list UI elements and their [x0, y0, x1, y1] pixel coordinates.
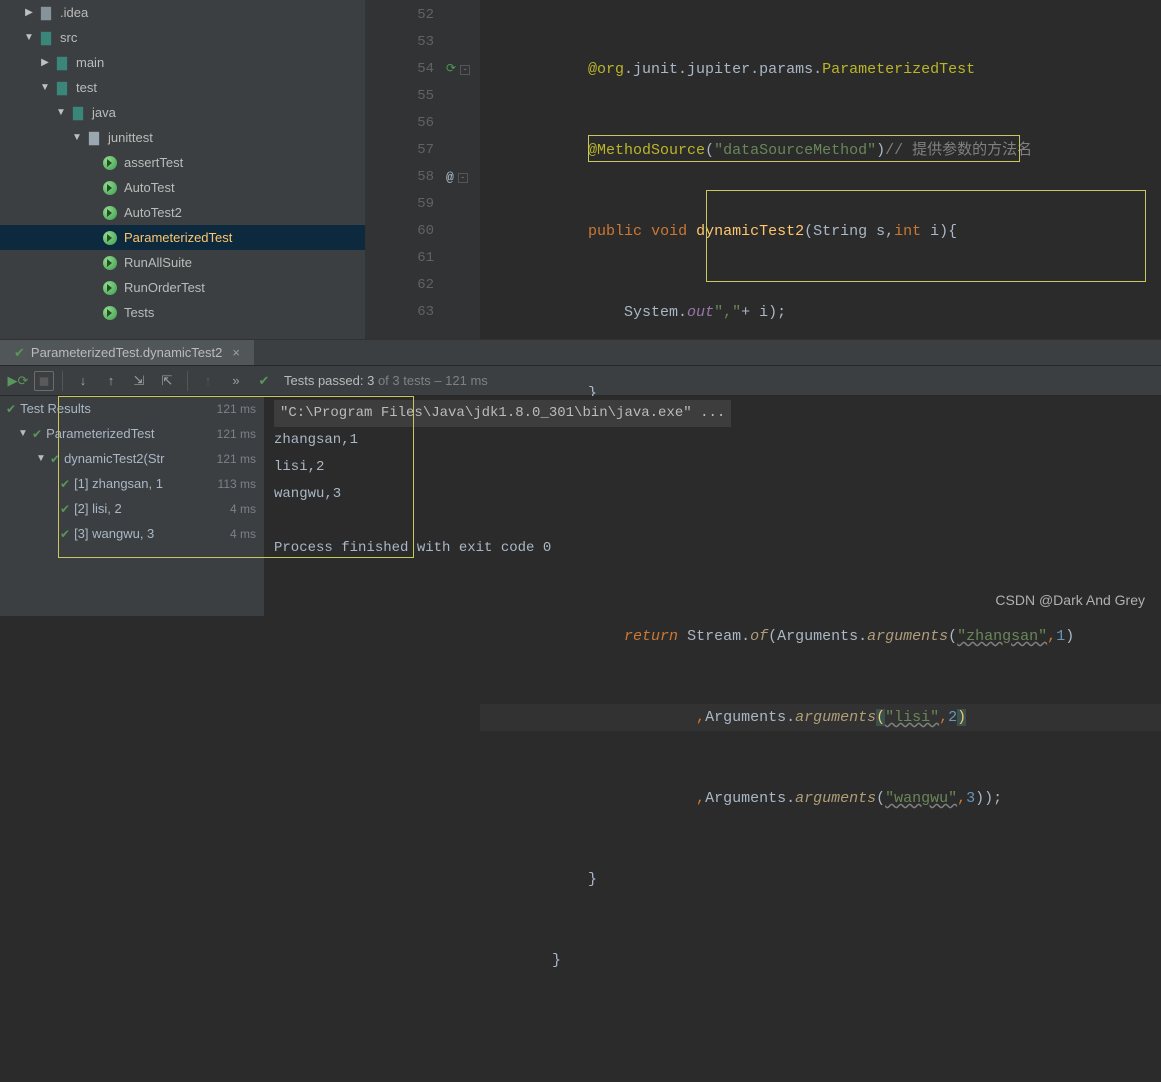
tree-item-java[interactable]: ▼▇java	[0, 100, 365, 125]
test-method[interactable]: ▼✔dynamicTest2(Str121 ms	[0, 446, 264, 471]
class-icon	[102, 280, 118, 296]
check-icon: ✔	[50, 452, 60, 466]
fold-minus-icon[interactable]: -	[458, 173, 468, 183]
line-numbers: 525354555657585960616263	[390, 0, 442, 339]
tree-item-src[interactable]: ▼▇src	[0, 25, 365, 50]
sort-up-icon[interactable]: ↑	[99, 369, 123, 393]
code-area[interactable]: @org.junit.jupiter.params.ParameterizedT…	[480, 0, 1161, 339]
tests-status: Tests passed: 3 of 3 tests – 121 ms	[284, 373, 488, 388]
stop-button[interactable]: ◼	[34, 371, 54, 391]
class-icon	[102, 230, 118, 246]
folder-icon: ▇	[54, 55, 70, 71]
test-case[interactable]: ✔[1] zhangsan, 1113 ms	[0, 471, 264, 496]
check-icon: ✔	[60, 502, 70, 516]
green-check-icon: ✔	[252, 369, 276, 393]
check-icon: ✔	[60, 477, 70, 491]
tree-item-parameterizedtest[interactable]: ParameterizedTest	[0, 225, 365, 250]
class-icon	[102, 255, 118, 271]
rerun-button[interactable]: ▶⟳	[6, 369, 30, 393]
prev-icon[interactable]: ↑	[196, 369, 220, 393]
check-icon: ✔	[32, 427, 42, 441]
check-icon: ✔	[6, 402, 16, 416]
fold-minus-icon[interactable]: -	[460, 65, 470, 75]
check-icon: ✔	[60, 527, 70, 541]
chevron-right-icon[interactable]: »	[224, 369, 248, 393]
class-icon	[102, 205, 118, 221]
test-results-tree[interactable]: ✔Test Results121 ms ▼✔ParameterizedTest1…	[0, 396, 264, 616]
class-icon	[102, 305, 118, 321]
folder-icon: ▇	[38, 5, 54, 21]
test-root[interactable]: ✔Test Results121 ms	[0, 396, 264, 421]
tree-item-autotest[interactable]: AutoTest	[0, 175, 365, 200]
run-tab-parameterizedtest[interactable]: ✔ ParameterizedTest.dynamicTest2 ×	[0, 340, 254, 365]
tree-item-test[interactable]: ▼▇test	[0, 75, 365, 100]
package-icon: ▇	[86, 130, 102, 146]
tree-item-main[interactable]: ▶▇main	[0, 50, 365, 75]
test-case[interactable]: ✔[3] wangwu, 34 ms	[0, 521, 264, 546]
run-ok-icon: ✔	[14, 345, 25, 361]
tree-item-idea[interactable]: ▶▇.idea	[0, 0, 365, 25]
tree-item-asserttest[interactable]: assertTest	[0, 150, 365, 175]
code-editor[interactable]: 525354555657585960616263 ⟳- @- @org.juni…	[366, 0, 1161, 339]
class-icon	[102, 155, 118, 171]
collapse-icon[interactable]: ⇱	[155, 369, 179, 393]
folder-teal-icon: ▇	[38, 30, 54, 46]
expand-icon[interactable]: ⇲	[127, 369, 151, 393]
test-case[interactable]: ✔[2] lisi, 24 ms	[0, 496, 264, 521]
vcs-change-icon: ⟳	[446, 56, 456, 83]
console-output[interactable]: "C:\Program Files\Java\jdk1.8.0_301\bin\…	[264, 396, 1161, 616]
run-body: ✔Test Results121 ms ▼✔ParameterizedTest1…	[0, 396, 1161, 616]
folder-icon: ▇	[70, 105, 86, 121]
project-tree[interactable]: ▶▇.idea ▼▇src ▶▇main ▼▇test ▼▇java ▼▇jun…	[0, 0, 366, 339]
tree-item-junittest[interactable]: ▼▇junittest	[0, 125, 365, 150]
tree-item-runallsuite[interactable]: RunAllSuite	[0, 250, 365, 275]
annotation-at-icon: @	[446, 164, 454, 191]
folder-icon: ▇	[54, 80, 70, 96]
tree-item-runordertest[interactable]: RunOrderTest	[0, 275, 365, 300]
run-tab-label: ParameterizedTest.dynamicTest2	[31, 345, 222, 360]
close-icon[interactable]: ×	[232, 345, 240, 360]
sort-down-icon[interactable]: ↓	[71, 369, 95, 393]
watermark: CSDN @Dark And Grey	[995, 592, 1145, 608]
class-icon	[102, 180, 118, 196]
tree-item-tests[interactable]: Tests	[0, 300, 365, 325]
gutter-icons[interactable]: ⟳- @-	[442, 0, 480, 339]
tree-item-autotest2[interactable]: AutoTest2	[0, 200, 365, 225]
test-class[interactable]: ▼✔ParameterizedTest121 ms	[0, 421, 264, 446]
